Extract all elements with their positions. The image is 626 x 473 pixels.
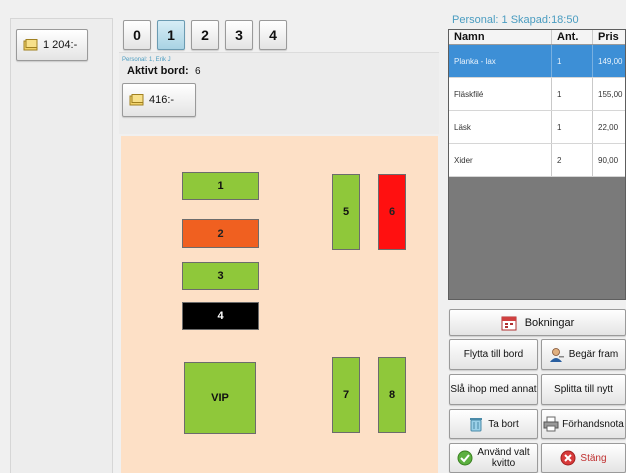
item-qty: 1	[552, 111, 593, 143]
item-qty: 1	[552, 78, 593, 110]
table-5[interactable]: 5	[332, 174, 360, 250]
money-note-icon	[129, 94, 144, 106]
table-vip[interactable]: VIP	[184, 362, 256, 434]
order-header-info: Personal: 1 Skapad:18:50	[452, 14, 579, 26]
left-panel	[10, 18, 113, 473]
close-button[interactable]: Stäng	[541, 443, 626, 473]
close-label: Stäng	[580, 452, 607, 464]
bookings-button[interactable]: Bokningar	[449, 309, 626, 336]
tab-3[interactable]: 3	[225, 20, 253, 50]
order-row[interactable]: Fläskfilé 1 155,00	[449, 78, 625, 111]
staff-info: Personal: 1, Erik J	[122, 57, 171, 63]
remove-button[interactable]: Ta bort	[449, 409, 538, 439]
item-name: Fläskfilé	[449, 78, 552, 110]
order-grid: Namn Ant. Pris Planka - lax 1 149,00 Flä…	[448, 29, 626, 300]
close-icon	[560, 450, 576, 466]
calendar-icon	[501, 316, 517, 330]
bookings-label: Bokningar	[524, 316, 575, 329]
remove-label: Ta bort	[488, 418, 519, 430]
open-amount-label: 1 204:-	[43, 39, 78, 51]
pre-bill-button[interactable]: Förhandsnota	[541, 409, 626, 439]
table-amount-label: 416:-	[149, 94, 175, 106]
table-number: 5	[342, 206, 350, 218]
tab-4[interactable]: 4	[259, 20, 287, 50]
money-note-icon	[23, 39, 38, 51]
active-table-label: Aktivt bord:	[127, 65, 189, 77]
table-number: 6	[388, 206, 396, 218]
order-row[interactable]: Planka - lax 1 149,00	[449, 45, 625, 78]
request-serve-label: Begär fram	[568, 349, 619, 360]
item-price: 155,00	[598, 89, 623, 99]
tab-0[interactable]: 0	[123, 20, 151, 50]
tab-label: 4	[269, 27, 277, 43]
item-price: 149,00	[598, 56, 623, 66]
column-header-name[interactable]: Namn	[449, 30, 552, 44]
tab-2[interactable]: 2	[191, 20, 219, 50]
table-number: 2	[217, 227, 224, 240]
open-amount-button[interactable]: 1 204:-	[16, 29, 88, 61]
tab-label: 1	[167, 27, 175, 43]
table-6[interactable]: 6	[378, 174, 406, 250]
check-icon	[457, 450, 472, 466]
use-selected-receipt-button[interactable]: Använd valt kvitto	[449, 443, 538, 473]
tab-1[interactable]: 1	[157, 20, 185, 50]
table-8[interactable]: 8	[378, 357, 406, 433]
split-label: Splitta till nytt	[554, 384, 613, 395]
table-number: VIP	[211, 392, 229, 404]
tab-label: 3	[235, 27, 243, 43]
active-table-value: 6	[195, 66, 201, 77]
grid-header: Namn Ant. Pris	[449, 30, 625, 45]
merge-button[interactable]: Slå ihop med annat	[449, 374, 538, 405]
table-amount-button[interactable]: 416:-	[122, 83, 196, 117]
item-qty: 1	[552, 45, 593, 77]
move-to-table-button[interactable]: Flytta till bord	[449, 339, 538, 370]
tab-label: 0	[133, 27, 141, 43]
trash-icon	[470, 418, 483, 432]
request-serve-button[interactable]: Begär fram	[541, 339, 626, 370]
tab-label: 2	[201, 27, 209, 43]
item-qty: 2	[552, 144, 593, 176]
item-name: Läsk	[449, 111, 552, 143]
column-header-qty[interactable]: Ant.	[552, 30, 593, 44]
column-header-price[interactable]: Pris	[593, 30, 626, 44]
table-number: 7	[342, 389, 350, 401]
table-7[interactable]: 7	[332, 357, 360, 433]
split-button[interactable]: Splitta till nytt	[541, 374, 626, 405]
waiter-icon	[549, 347, 564, 362]
use-selected-receipt-label: Använd valt kvitto	[477, 447, 530, 469]
merge-label: Slå ihop med annat	[450, 384, 537, 395]
pre-bill-label: Förhandsnota	[562, 418, 624, 430]
table-2[interactable]: 2	[182, 219, 259, 248]
table-3[interactable]: 3	[182, 262, 259, 290]
item-name: Xider	[449, 144, 552, 176]
item-price: 22,00	[598, 122, 619, 132]
table-4[interactable]: 4	[182, 302, 259, 330]
item-price: 90,00	[598, 155, 619, 165]
move-to-table-label: Flytta till bord	[463, 349, 524, 360]
table-number: 4	[217, 310, 224, 322]
order-row[interactable]: Läsk 1 22,00	[449, 111, 625, 144]
table-number: 8	[388, 389, 396, 401]
table-number: 3	[217, 270, 224, 282]
table-number: 1	[217, 180, 224, 192]
table-1[interactable]: 1	[182, 172, 259, 200]
order-row[interactable]: Xider 2 90,00	[449, 144, 625, 177]
item-name: Planka - lax	[449, 45, 552, 77]
printer-icon	[543, 416, 559, 432]
